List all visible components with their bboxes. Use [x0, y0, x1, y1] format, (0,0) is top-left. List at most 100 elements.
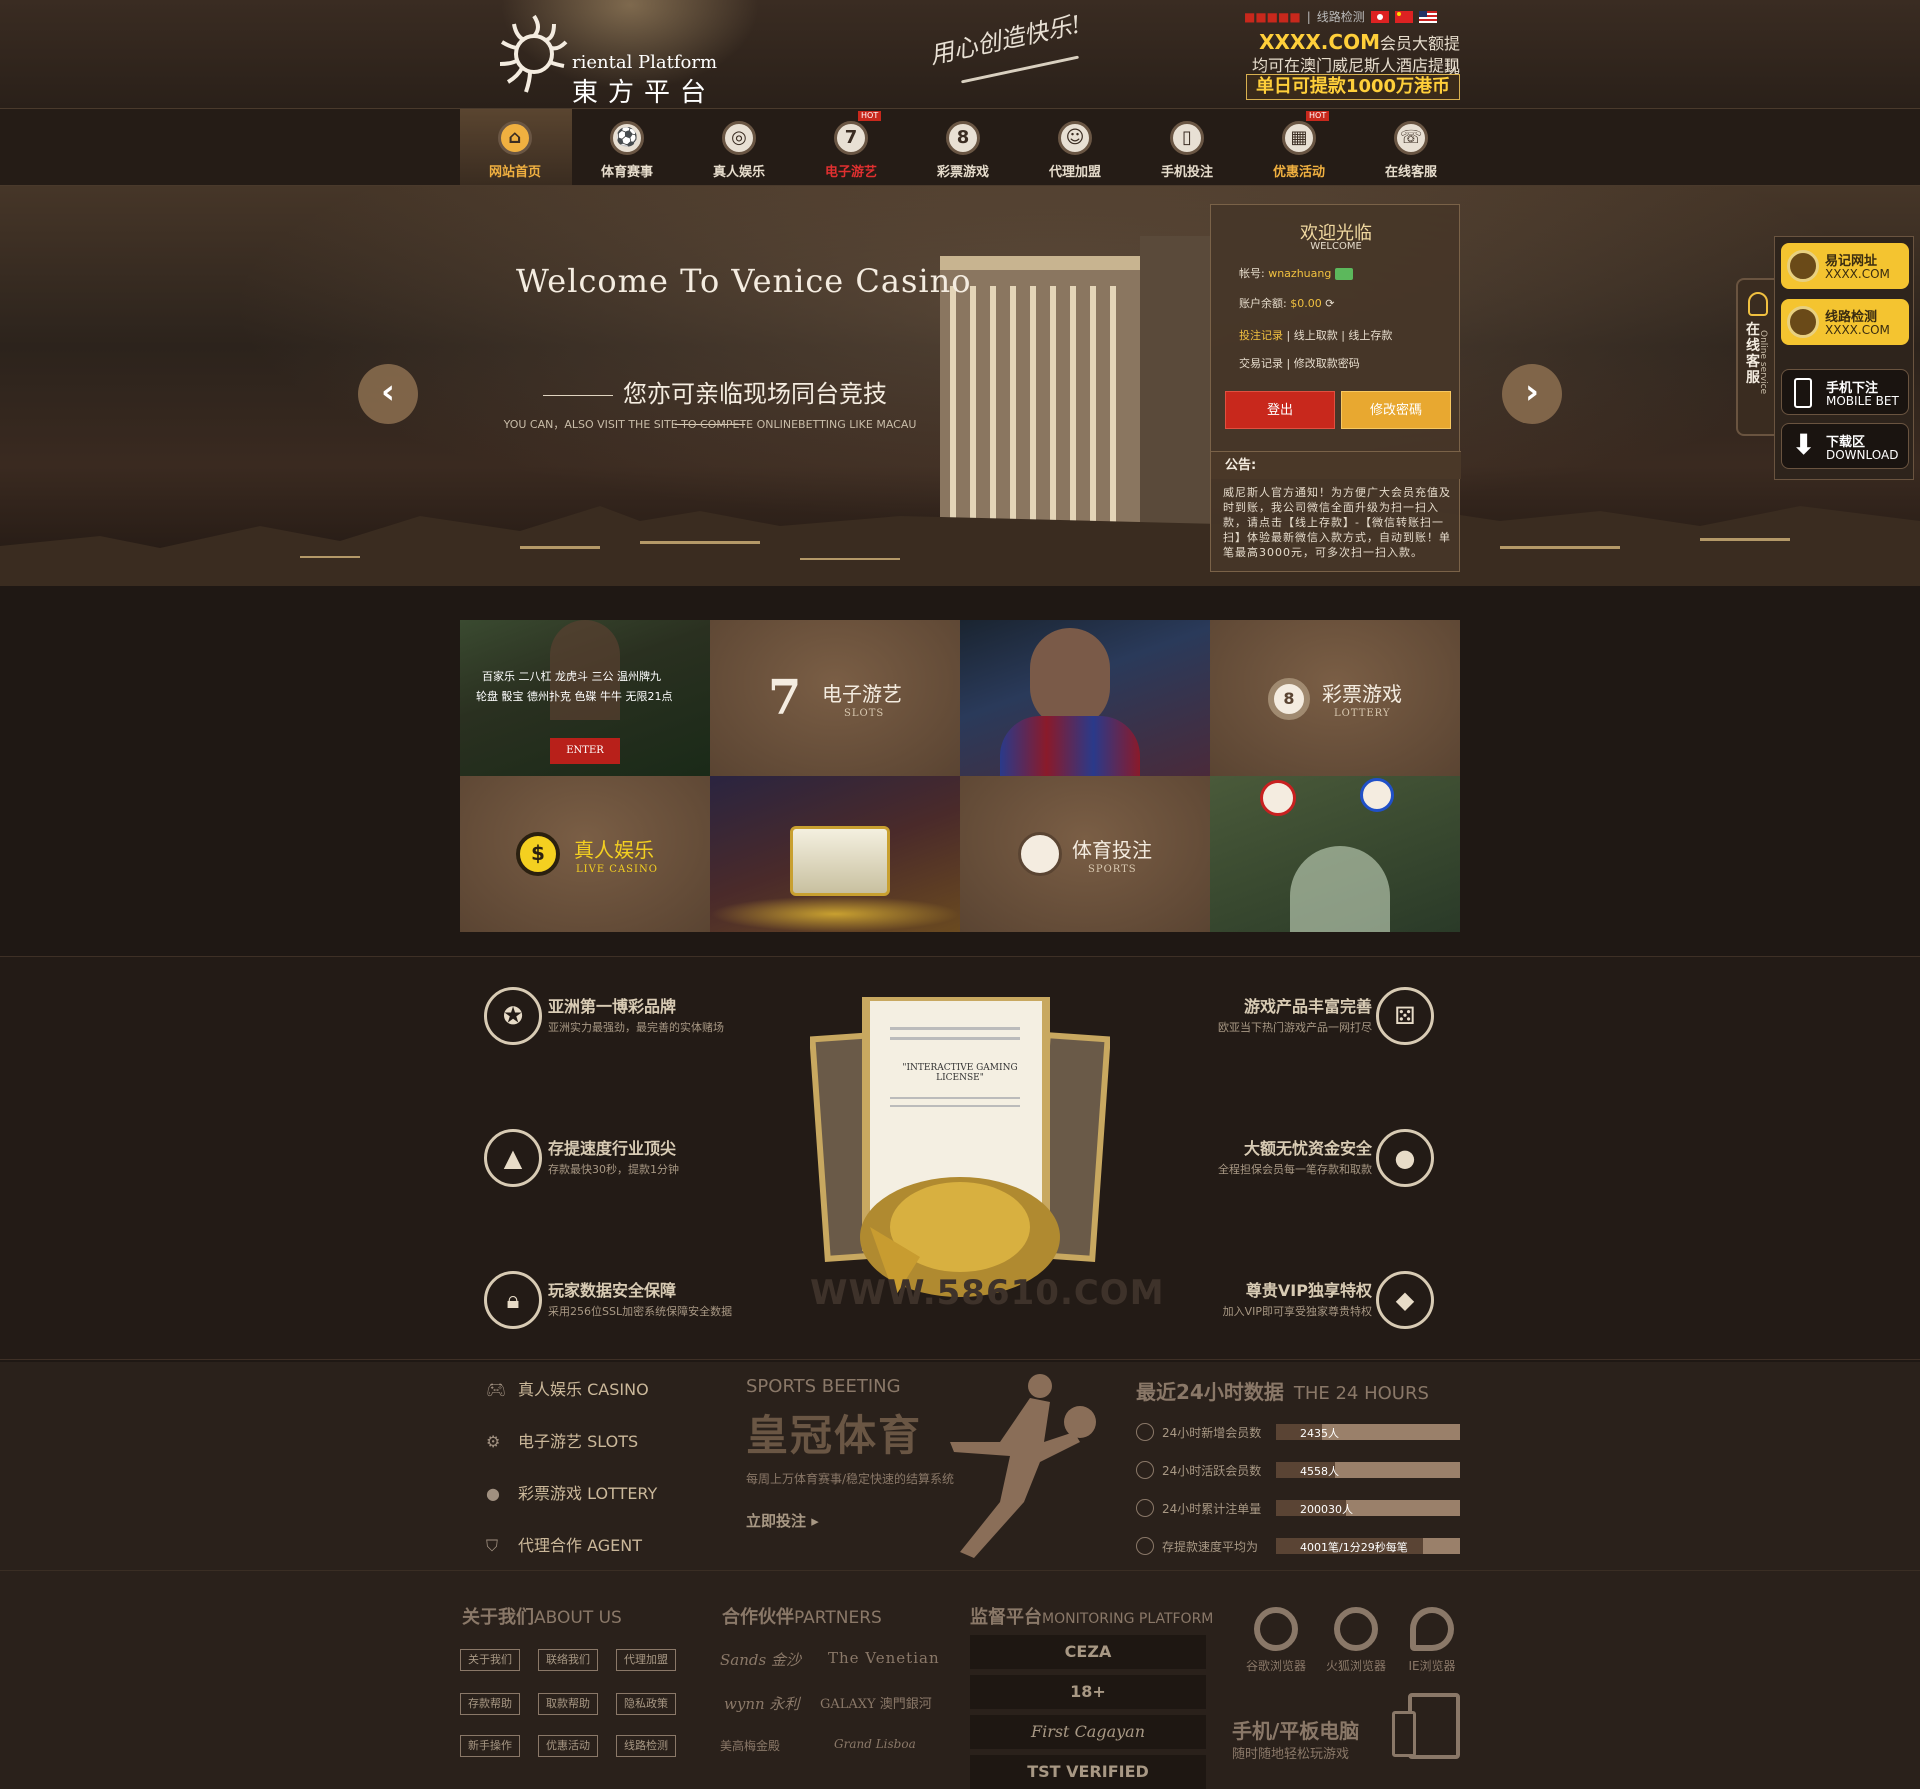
monitor-heading-cn: 监督平台 [970, 1607, 1042, 1628]
link-bet-records[interactable]: 投注记录 [1239, 329, 1283, 342]
ie-browser-link[interactable]: IE浏览器 [1396, 1607, 1468, 1674]
footer-link[interactable]: 优惠活动 [538, 1735, 598, 1757]
tile-slots[interactable]: 7 电子游艺 SLOTS [710, 620, 960, 776]
line-check-button[interactable]: 线路检测 XXXX.COM [1781, 299, 1909, 345]
feature-desc: 采用256位SSL加密系统保障安全数据 [548, 1305, 733, 1318]
tile-lottery[interactable]: 8 彩票游戏 LOTTERY [1210, 620, 1460, 776]
account-value: wnazhuang [1268, 267, 1332, 280]
h24-title: 最近24小时数据 THE 24 HOURS [1136, 1376, 1429, 1405]
logout-button[interactable]: 登出 [1225, 391, 1335, 429]
nav-item-promotions[interactable]: HOT ▦ 优惠活动 [1244, 109, 1356, 185]
nav-label: 网站首页 [488, 165, 541, 180]
tile-slots-title: 电子游艺 [822, 682, 902, 706]
link-deposit[interactable]: 线上存款 [1348, 329, 1392, 342]
link-transactions[interactable]: 交易记录 [1239, 357, 1283, 370]
footer-link[interactable]: 取款帮助 [538, 1693, 598, 1715]
easy-url-button[interactable]: 易记网址 XXXX.COM [1781, 243, 1909, 289]
top-link-favorites[interactable]: ■■■■■ [1244, 10, 1301, 24]
banner-prev-button[interactable]: ‹ [358, 364, 418, 424]
tile-sports[interactable]: 体育投注 SPORTS [960, 776, 1210, 932]
seven-icon: 7 [768, 670, 802, 726]
about-heading-cn: 关于我们 [462, 1607, 534, 1628]
mobile-desc: 随时随地轻松玩游戏 [1232, 1747, 1350, 1762]
chrome-browser-link[interactable]: 谷歌浏览器 [1240, 1607, 1312, 1674]
top-links: ■■■■■ | 线路检测 [1244, 8, 1437, 25]
site-footer: 关于我们ABOUT US 关于我们 联络我们 代理加盟 存款帮助 取款帮助 隐私… [0, 1570, 1920, 1789]
link-cn: 彩票游戏 [518, 1484, 583, 1503]
account-links-2: 交易记录 | 修改取款密码 [1239, 357, 1360, 370]
feature-title: 大额无忧资金安全 [1243, 1139, 1372, 1158]
rocket-icon: ▲ [484, 1129, 542, 1187]
tile-live-casino-image[interactable]: 百家乐 二八杠 龙虎斗 三公 温州牌九 轮盘 骰宝 德州扑克 色碟 牛牛 无限2… [460, 620, 710, 776]
soccer-ball-icon [1018, 832, 1062, 876]
sb-sublabel: XXXX.COM [1825, 323, 1890, 337]
enter-button[interactable]: ENTER [550, 738, 620, 764]
nav-label: 体育赛事 [600, 165, 653, 180]
link-casino[interactable]: 🎮︎ 真人娱乐 CASINO [486, 1376, 649, 1400]
partner-venetian-logo: The Venetian [828, 1649, 940, 1667]
footer-link[interactable]: 代理加盟 [616, 1649, 676, 1671]
stat-icon [1136, 1423, 1154, 1441]
link-agent[interactable]: ⛉ 代理合作 AGENT [486, 1532, 642, 1556]
chip-icon: ◎ [722, 121, 756, 155]
tile-sports-image[interactable] [960, 620, 1210, 776]
sports-bet-now-link[interactable]: 立即投注 ▸ [746, 1510, 819, 1531]
online-service-tab[interactable]: 在线客服 Online service [1736, 278, 1776, 436]
partners-heading: 合作伙伴PARTNERS [722, 1603, 882, 1629]
ie-icon [1410, 1607, 1454, 1651]
tile-sports-subtitle: SPORTS [1088, 864, 1137, 875]
flag-hk-icon[interactable] [1370, 10, 1389, 23]
firefox-browser-link[interactable]: 火狐浏览器 [1320, 1607, 1392, 1674]
sports-desc: 每周上万体育赛事/稳定快速的结算系统 [746, 1472, 955, 1486]
link-change-withdraw-pw[interactable]: 修改取款密码 [1294, 357, 1360, 370]
tile-live-casino[interactable]: $ 真人娱乐 LIVE CASINO [460, 776, 710, 932]
download-button[interactable]: ⬇ 下载区 DOWNLOAD [1781, 423, 1909, 469]
nav-item-agent[interactable]: ☺ 代理加盟 [1020, 109, 1132, 185]
stat-label: 24小时活跃会员数 [1162, 1464, 1262, 1478]
tile-slots-image[interactable] [710, 776, 960, 932]
tile-lottery-subtitle: LOTTERY [1334, 708, 1391, 719]
flag-us-icon[interactable] [1418, 10, 1437, 23]
casino-games-line-2: 轮盘 骰宝 德州扑克 色碟 牛牛 无限21点 [476, 690, 673, 703]
link-lottery[interactable]: ● 彩票游戏 LOTTERY [486, 1480, 657, 1504]
balance-value: $0.00 [1290, 297, 1322, 310]
link-withdraw[interactable]: 线上取款 [1294, 329, 1338, 342]
nav-item-live[interactable]: ◎ 真人娱乐 [684, 109, 796, 185]
stat-label: 24小时新增会员数 [1162, 1426, 1262, 1440]
shield-icon: ⛉ [486, 1536, 499, 1555]
stat-value: 4001笔/1分29秒每笔 [1300, 1541, 1408, 1554]
link-slots[interactable]: ⚙ 电子游艺 SLOTS [486, 1428, 638, 1452]
footer-link[interactable]: 线路检测 [616, 1735, 676, 1757]
footer-link[interactable]: 新手操作 [460, 1735, 520, 1757]
footer-link[interactable]: 联络我们 [538, 1649, 598, 1671]
footer-link[interactable]: 关于我们 [460, 1649, 520, 1671]
nav-item-lottery[interactable]: 8 彩票游戏 [908, 109, 1020, 185]
top-link-line-check[interactable]: 线路检测 [1317, 8, 1365, 25]
flag-cn-icon[interactable] [1394, 10, 1413, 23]
tile-lottery-image[interactable] [1210, 776, 1460, 932]
footer-link[interactable]: 存款帮助 [460, 1693, 520, 1715]
nav-item-slots[interactable]: HOT 7 电子游艺 [796, 109, 908, 185]
logo-sun-icon[interactable] [492, 6, 572, 96]
feature-desc: 欧亚当下热门游戏产品一网打尽 [1218, 1021, 1372, 1034]
stat-bar: 4558人 [1276, 1462, 1460, 1478]
banner-subtitle-en: YOU CAN，ALSO VISIT THE SITE TO COMPETE O… [503, 418, 917, 431]
stat-label: 24小时累计注单量 [1162, 1502, 1262, 1516]
nav-item-sports[interactable]: ⚽ 体育赛事 [572, 109, 684, 185]
refresh-icon[interactable]: ⟳ [1325, 297, 1334, 310]
lottery-ball [1260, 780, 1296, 816]
download-icon: ⬇ [1792, 428, 1816, 461]
message-icon[interactable] [1334, 268, 1353, 280]
stat-icon [1136, 1461, 1154, 1479]
feature-desc: 亚洲实力最强劲，最完善的实体赌场 [548, 1021, 724, 1034]
footer-link[interactable]: 隐私政策 [616, 1693, 676, 1715]
banner-next-button[interactable]: › [1502, 364, 1562, 424]
nav-item-support[interactable]: ☏ 在线客服 [1356, 109, 1468, 185]
nav-item-home[interactable]: ⌂ 网站首页 [460, 109, 572, 185]
nav-item-mobile[interactable]: ▯ 手机投注 [1132, 109, 1244, 185]
mobile-icon: ▯ [1170, 121, 1204, 155]
watermark: WWW.58610.COM [810, 1273, 1165, 1313]
stat-value: 200030人 [1300, 1503, 1353, 1516]
change-password-button[interactable]: 修改密碼 [1341, 391, 1451, 429]
mobile-bet-button[interactable]: 手机下注 MOBILE BET [1781, 369, 1909, 415]
